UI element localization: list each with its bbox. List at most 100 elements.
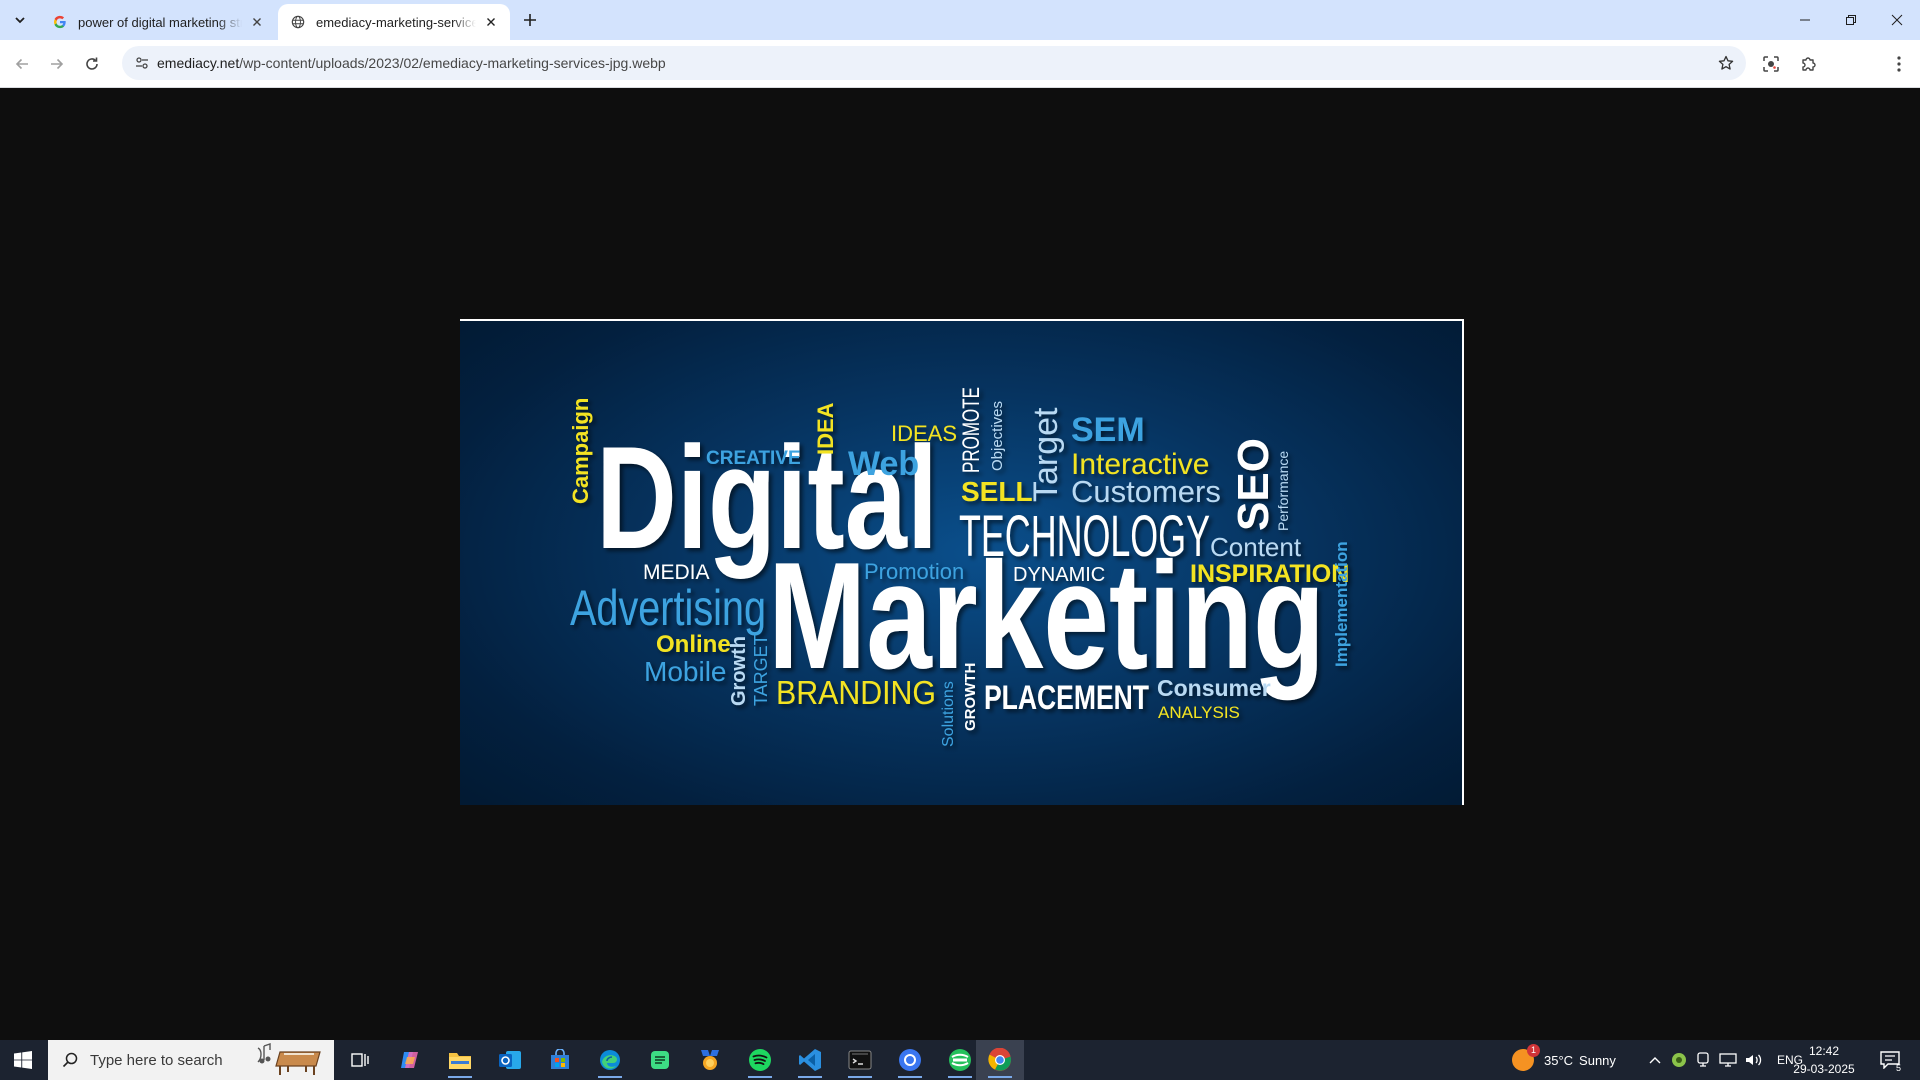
network-icon[interactable]: [1715, 1053, 1741, 1067]
word-implementation: Implementation: [1332, 541, 1351, 667]
word-performance: Performance: [1275, 451, 1291, 531]
weather-badge: 1: [1527, 1044, 1540, 1057]
tune-icon: [136, 57, 148, 69]
task-view-button[interactable]: [336, 1040, 384, 1080]
word-growth-vertical: Growth: [728, 636, 750, 706]
taskbar-app-file-explorer[interactable]: [436, 1040, 484, 1080]
taskbar-app-vscode[interactable]: [786, 1040, 834, 1080]
google-lens-button[interactable]: [1757, 50, 1785, 78]
search-placeholder: Type here to search: [90, 1051, 223, 1069]
minimize-button[interactable]: [1782, 0, 1828, 40]
tab-title: power of digital marketing strategies: [78, 14, 242, 30]
bookmark-button[interactable]: [1714, 51, 1738, 75]
signal-icon: [899, 1049, 921, 1071]
plus-icon: [524, 14, 536, 26]
meet-now-icon[interactable]: [1691, 1052, 1715, 1068]
taskbar-app-android-studio[interactable]: [636, 1040, 684, 1080]
word-consumer: Consumer: [1157, 675, 1271, 701]
reload-button[interactable]: [78, 50, 106, 78]
taskbar-app-terminal[interactable]: [836, 1040, 884, 1080]
word-solutions: Solutions: [940, 681, 957, 747]
start-button[interactable]: [0, 1040, 46, 1080]
browser-icon: [949, 1049, 971, 1071]
word-dynamic: DYNAMIC: [1013, 564, 1105, 586]
address-bar[interactable]: emediacy.net/wp-content/uploads/2023/02/…: [122, 46, 1746, 80]
taskbar-app-copilot[interactable]: [386, 1040, 434, 1080]
chevron-down-icon: [15, 17, 25, 24]
forward-button[interactable]: [43, 50, 71, 78]
url-path: /wp-content/uploads/2023/02/emediacy-mar…: [239, 55, 666, 71]
word-ideas: IDEAS: [891, 421, 957, 446]
close-icon: [1891, 14, 1903, 26]
weather-widget[interactable]: 1 35°C Sunny: [1512, 1040, 1616, 1080]
taskbar-app-chrome[interactable]: [976, 1040, 1024, 1080]
new-tab-button[interactable]: [518, 8, 542, 32]
notification-center-button[interactable]: 5: [1872, 1040, 1908, 1080]
close-tab-icon[interactable]: [248, 13, 266, 31]
tab-google-search[interactable]: power of digital marketing strategies: [40, 4, 276, 40]
chrome-icon: [988, 1048, 1011, 1071]
star-icon: [1718, 55, 1734, 70]
puzzle-icon: [1802, 57, 1816, 71]
taskbar-app-spotify[interactable]: [736, 1040, 784, 1080]
android-studio-icon: [651, 1051, 669, 1069]
search-icon: [60, 1050, 80, 1070]
word-creative: CREATIVE: [706, 448, 801, 469]
taskbar-app-edge[interactable]: [586, 1040, 634, 1080]
url-domain: emediacy.net: [157, 55, 240, 71]
word-online: Online: [656, 631, 731, 658]
edge-icon: [600, 1050, 620, 1070]
clock-time: 12:42: [1808, 1044, 1840, 1058]
terminal-icon: [848, 1050, 872, 1070]
medal-icon: [701, 1050, 719, 1070]
google-g-icon: [52, 14, 68, 30]
lens-icon: [1763, 56, 1779, 72]
word-sem: SEM: [1071, 411, 1145, 449]
taskbar-app-microsoft-store[interactable]: [536, 1040, 584, 1080]
outlook-icon: [499, 1051, 521, 1069]
close-tab-icon[interactable]: [482, 13, 500, 31]
tab-search-button[interactable]: [8, 8, 32, 32]
word-sell: SELL: [961, 476, 1033, 507]
extensions-button[interactable]: [1795, 50, 1823, 78]
chrome-menu-button[interactable]: [1885, 50, 1913, 78]
url-text[interactable]: emediacy.net/wp-content/uploads/2023/02/…: [157, 55, 666, 71]
clock-date: 29-03-2025: [1793, 1062, 1855, 1076]
restore-button[interactable]: [1828, 0, 1874, 40]
taskbar-search-box[interactable]: Type here to search: [48, 1040, 334, 1080]
taskbar-app-signal[interactable]: [886, 1040, 934, 1080]
word-promotion: Promotion: [864, 559, 964, 584]
word-promote: PROMOTE: [958, 387, 985, 473]
arrow-right-icon: [51, 58, 64, 70]
word-inspiration: INSPIRATION: [1190, 560, 1349, 588]
taskbar-app-outlook[interactable]: [486, 1040, 534, 1080]
chevron-up-icon[interactable]: [1643, 1056, 1667, 1064]
volume-icon[interactable]: [1741, 1053, 1767, 1067]
site-info-button[interactable]: [130, 51, 154, 75]
word-growth-caps: GROWTH: [962, 663, 979, 731]
spotify-icon: [749, 1049, 771, 1071]
globe-icon: [290, 14, 306, 30]
close-window-button[interactable]: [1874, 0, 1920, 40]
copilot-icon: [401, 1052, 418, 1068]
weather-condition: Sunny: [1579, 1052, 1616, 1068]
restore-icon: [1846, 15, 1856, 25]
word-idea: IDEA: [813, 402, 838, 455]
taskbar-app-medal[interactable]: [686, 1040, 734, 1080]
weather-sun-icon: 1: [1512, 1044, 1540, 1071]
word-seo: SEO: [1229, 438, 1278, 531]
tab-image[interactable]: emediacy-marketing-services-jpg.webp: [278, 4, 510, 40]
microsoft-store-icon: [551, 1049, 569, 1069]
reload-icon: [86, 57, 98, 70]
status-dot-icon[interactable]: [1667, 1052, 1691, 1068]
tab-title: emediacy-marketing-services-jpg.webp: [316, 14, 476, 30]
windows-taskbar: Type here to search 1 35°C Sunny ENG 12:…: [0, 1040, 1920, 1080]
notification-count: 5: [1895, 1063, 1901, 1073]
taskbar-clock[interactable]: 12:42 29-03-2025: [1790, 1042, 1858, 1078]
displayed-image[interactable]: Digital Marketing Campaign CREATIVE IDEA…: [460, 319, 1464, 805]
windows-logo-icon: [14, 1051, 32, 1069]
browser-toolbar: emediacy.net/wp-content/uploads/2023/02/…: [0, 40, 1920, 116]
back-button[interactable]: [8, 50, 36, 78]
minimize-icon: [1800, 19, 1810, 21]
tab-strip: power of digital marketing strategies em…: [0, 0, 1920, 40]
